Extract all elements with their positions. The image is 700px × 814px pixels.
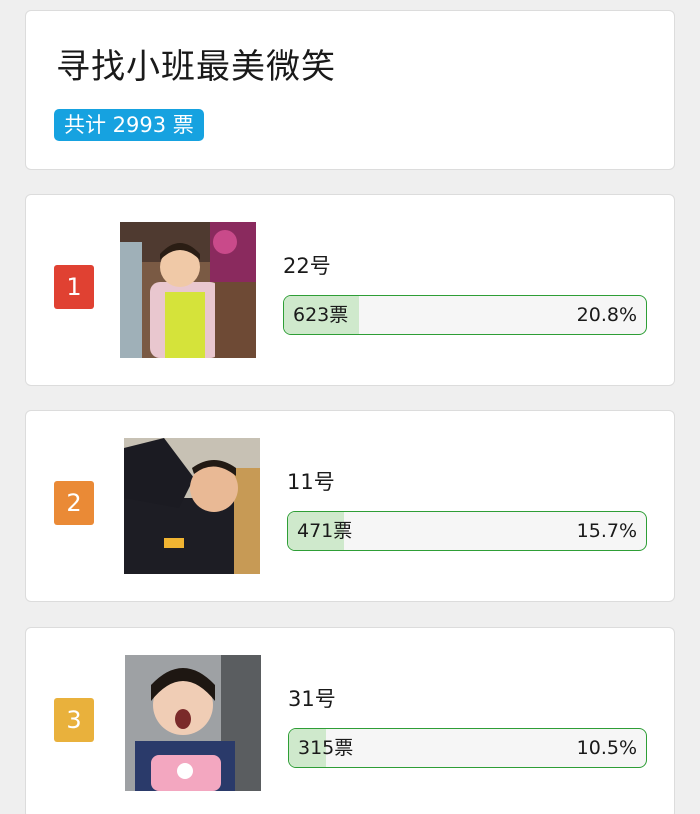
vote-progress-bar: 471票 15.7% (287, 511, 647, 551)
vote-progress-bar: 315票 10.5% (288, 728, 647, 768)
photo-icon[interactable] (120, 222, 256, 358)
entry-card[interactable]: 2 11号 471票 15.7% (25, 410, 675, 602)
vote-count: 315票 (298, 737, 354, 759)
total-votes-badge: 共计 2993 票 (54, 109, 204, 141)
photo-image (124, 438, 260, 574)
entry-name: 22号 (283, 254, 331, 278)
vote-percent: 10.5% (576, 737, 637, 759)
photo-icon[interactable] (124, 438, 260, 574)
vote-count: 471票 (297, 520, 353, 542)
header-card: 寻找小班最美微笑 共计 2993 票 (25, 10, 675, 170)
rank-badge: 2 (54, 481, 94, 525)
photo-image (120, 222, 256, 358)
photo-image (125, 655, 261, 791)
vote-percent: 15.7% (576, 520, 637, 542)
vote-percent: 20.8% (576, 304, 637, 326)
vote-progress-bar: 623票 20.8% (283, 295, 647, 335)
rank-badge: 1 (54, 265, 94, 309)
photo-icon[interactable] (125, 655, 261, 791)
entry-card[interactable]: 3 31号 315票 10.5% (25, 627, 675, 814)
entry-name: 11号 (287, 470, 335, 494)
entry-name: 31号 (288, 687, 336, 711)
entry-card[interactable]: 1 22号 623票 20.8% (25, 194, 675, 386)
page-title: 寻找小班最美微笑 (56, 47, 336, 87)
vote-count: 623票 (293, 304, 349, 326)
rank-badge: 3 (54, 698, 94, 742)
